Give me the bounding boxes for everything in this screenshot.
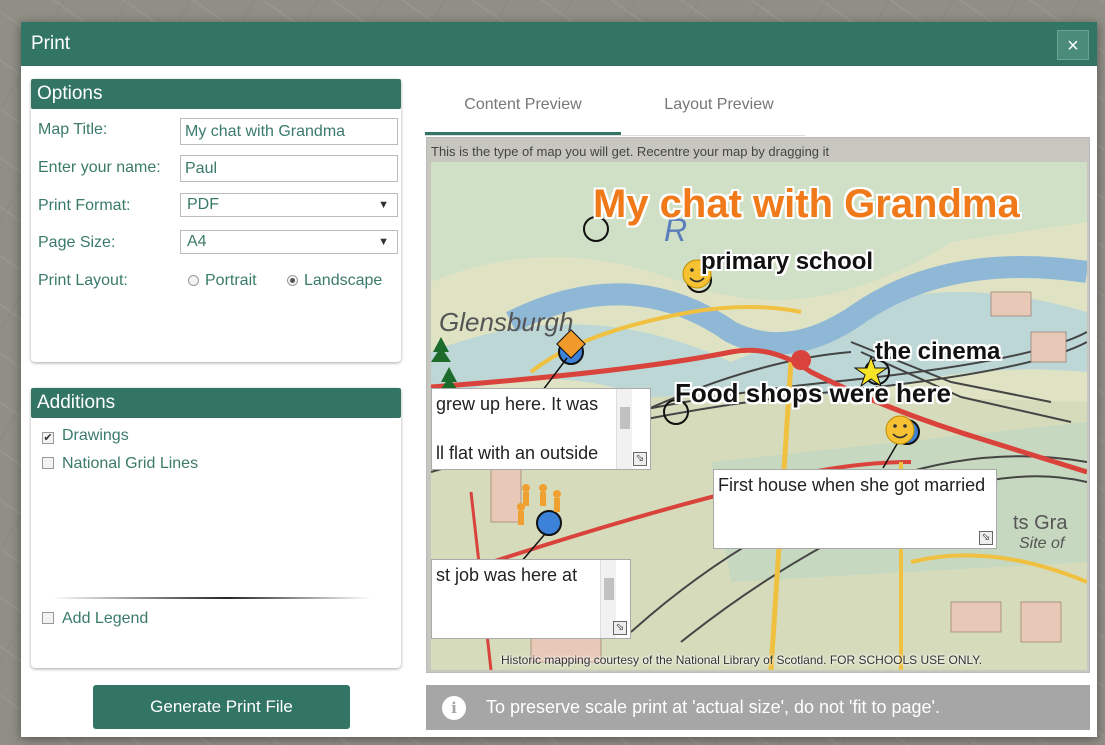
map-credit: Historic mapping courtesy of the Nationa…: [501, 653, 983, 667]
options-panel: Options Map Title: Enter your name: Prin…: [31, 79, 401, 362]
tab-content-preview[interactable]: Content Preview: [425, 79, 621, 135]
map-preview[interactable]: Glensburgh R ts Gra Site of My chat with…: [431, 162, 1087, 670]
content-preview[interactable]: This is the type of map you will get. Re…: [426, 137, 1090, 673]
page-size-label: Page Size:: [38, 234, 116, 251]
options-header: Options: [31, 79, 401, 109]
print-format-select[interactable]: PDF ▼: [180, 193, 398, 217]
map-fragment-works: ts Gra: [1013, 512, 1068, 534]
label-food-shops: Food shops were here: [675, 378, 951, 408]
map-title-input[interactable]: [180, 118, 398, 145]
divider: [51, 597, 371, 599]
scale-info-bar: i To preserve scale print at 'actual siz…: [426, 685, 1090, 730]
generate-print-button[interactable]: Generate Print File: [93, 685, 350, 729]
close-button[interactable]: ×: [1057, 30, 1089, 60]
callout-first-job[interactable]: st job was here at ⬂: [431, 559, 631, 639]
grid-lines-checkbox[interactable]: [42, 457, 54, 469]
label-primary-school: primary school: [701, 248, 874, 275]
map-title-overlay: My chat with Grandma: [593, 182, 1020, 226]
preview-tabs: Content Preview Layout Preview: [425, 79, 1089, 136]
portrait-label: Portrait: [205, 272, 257, 289]
grid-lines-label: National Grid Lines: [62, 455, 199, 472]
info-icon: i: [442, 696, 466, 720]
additions-panel: Additions ✔ Drawings National Grid Lines …: [31, 388, 401, 668]
label-cinema: the cinema: [875, 338, 1001, 365]
page-size-value: A4: [187, 233, 207, 250]
resize-handle-icon[interactable]: ⬂: [979, 531, 993, 545]
callout-first-house-text: First house when she got married: [718, 475, 986, 495]
page-size-select[interactable]: A4 ▼: [180, 230, 398, 254]
callout-grew-up[interactable]: grew up here. It was ll flat with an out…: [431, 388, 651, 470]
chevron-down-icon: ▼: [378, 236, 389, 248]
print-format-value: PDF: [187, 196, 219, 213]
drawings-option[interactable]: ✔ Drawings: [42, 427, 129, 445]
resize-handle-icon[interactable]: ⬂: [613, 621, 627, 635]
resize-handle-icon[interactable]: ⬂: [633, 452, 647, 466]
legend-label: Add Legend: [62, 610, 149, 627]
additions-header: Additions: [31, 388, 401, 418]
landscape-label: Landscape: [304, 272, 383, 289]
preview-note: This is the type of map you will get. Re…: [431, 144, 830, 159]
chevron-down-icon: ▼: [378, 199, 389, 211]
callout-grew-up-line2: ll flat with an outside: [436, 443, 599, 463]
map-fragment-site: Site of: [1019, 535, 1065, 552]
landscape-option[interactable]: Landscape: [287, 272, 382, 290]
drawings-label: Drawings: [62, 427, 129, 444]
portrait-radio[interactable]: [188, 275, 199, 286]
callout-first-house[interactable]: First house when she got married ⬂: [713, 469, 997, 549]
close-icon: ×: [1067, 35, 1079, 57]
scale-info-text: To preserve scale print at 'actual size'…: [486, 697, 940, 717]
map-place-word: Glensburgh: [439, 307, 574, 337]
print-layout-label: Print Layout:: [38, 272, 128, 289]
dialog-title: Print: [31, 33, 71, 54]
name-label: Enter your name:: [38, 159, 161, 176]
tab-layout-preview[interactable]: Layout Preview: [621, 79, 817, 135]
print-dialog: Print × Options Map Title: Enter your na…: [21, 22, 1097, 737]
callout-job-line1: st job was here at: [436, 565, 578, 585]
landscape-radio[interactable]: [287, 275, 298, 286]
print-format-label: Print Format:: [38, 197, 131, 214]
tab-underline: [425, 135, 805, 136]
map-title-label: Map Title:: [38, 121, 108, 138]
name-input[interactable]: [180, 155, 398, 182]
legend-checkbox[interactable]: [42, 612, 54, 624]
dialog-titlebar: Print: [21, 22, 1097, 66]
callout-scrollbar[interactable]: [616, 389, 632, 469]
portrait-option[interactable]: Portrait: [188, 272, 257, 290]
callout-grew-up-line1: grew up here. It was: [436, 394, 599, 414]
drawings-checkbox[interactable]: ✔: [42, 432, 54, 444]
legend-option[interactable]: Add Legend: [42, 610, 148, 628]
grid-lines-option[interactable]: National Grid Lines: [42, 455, 198, 473]
